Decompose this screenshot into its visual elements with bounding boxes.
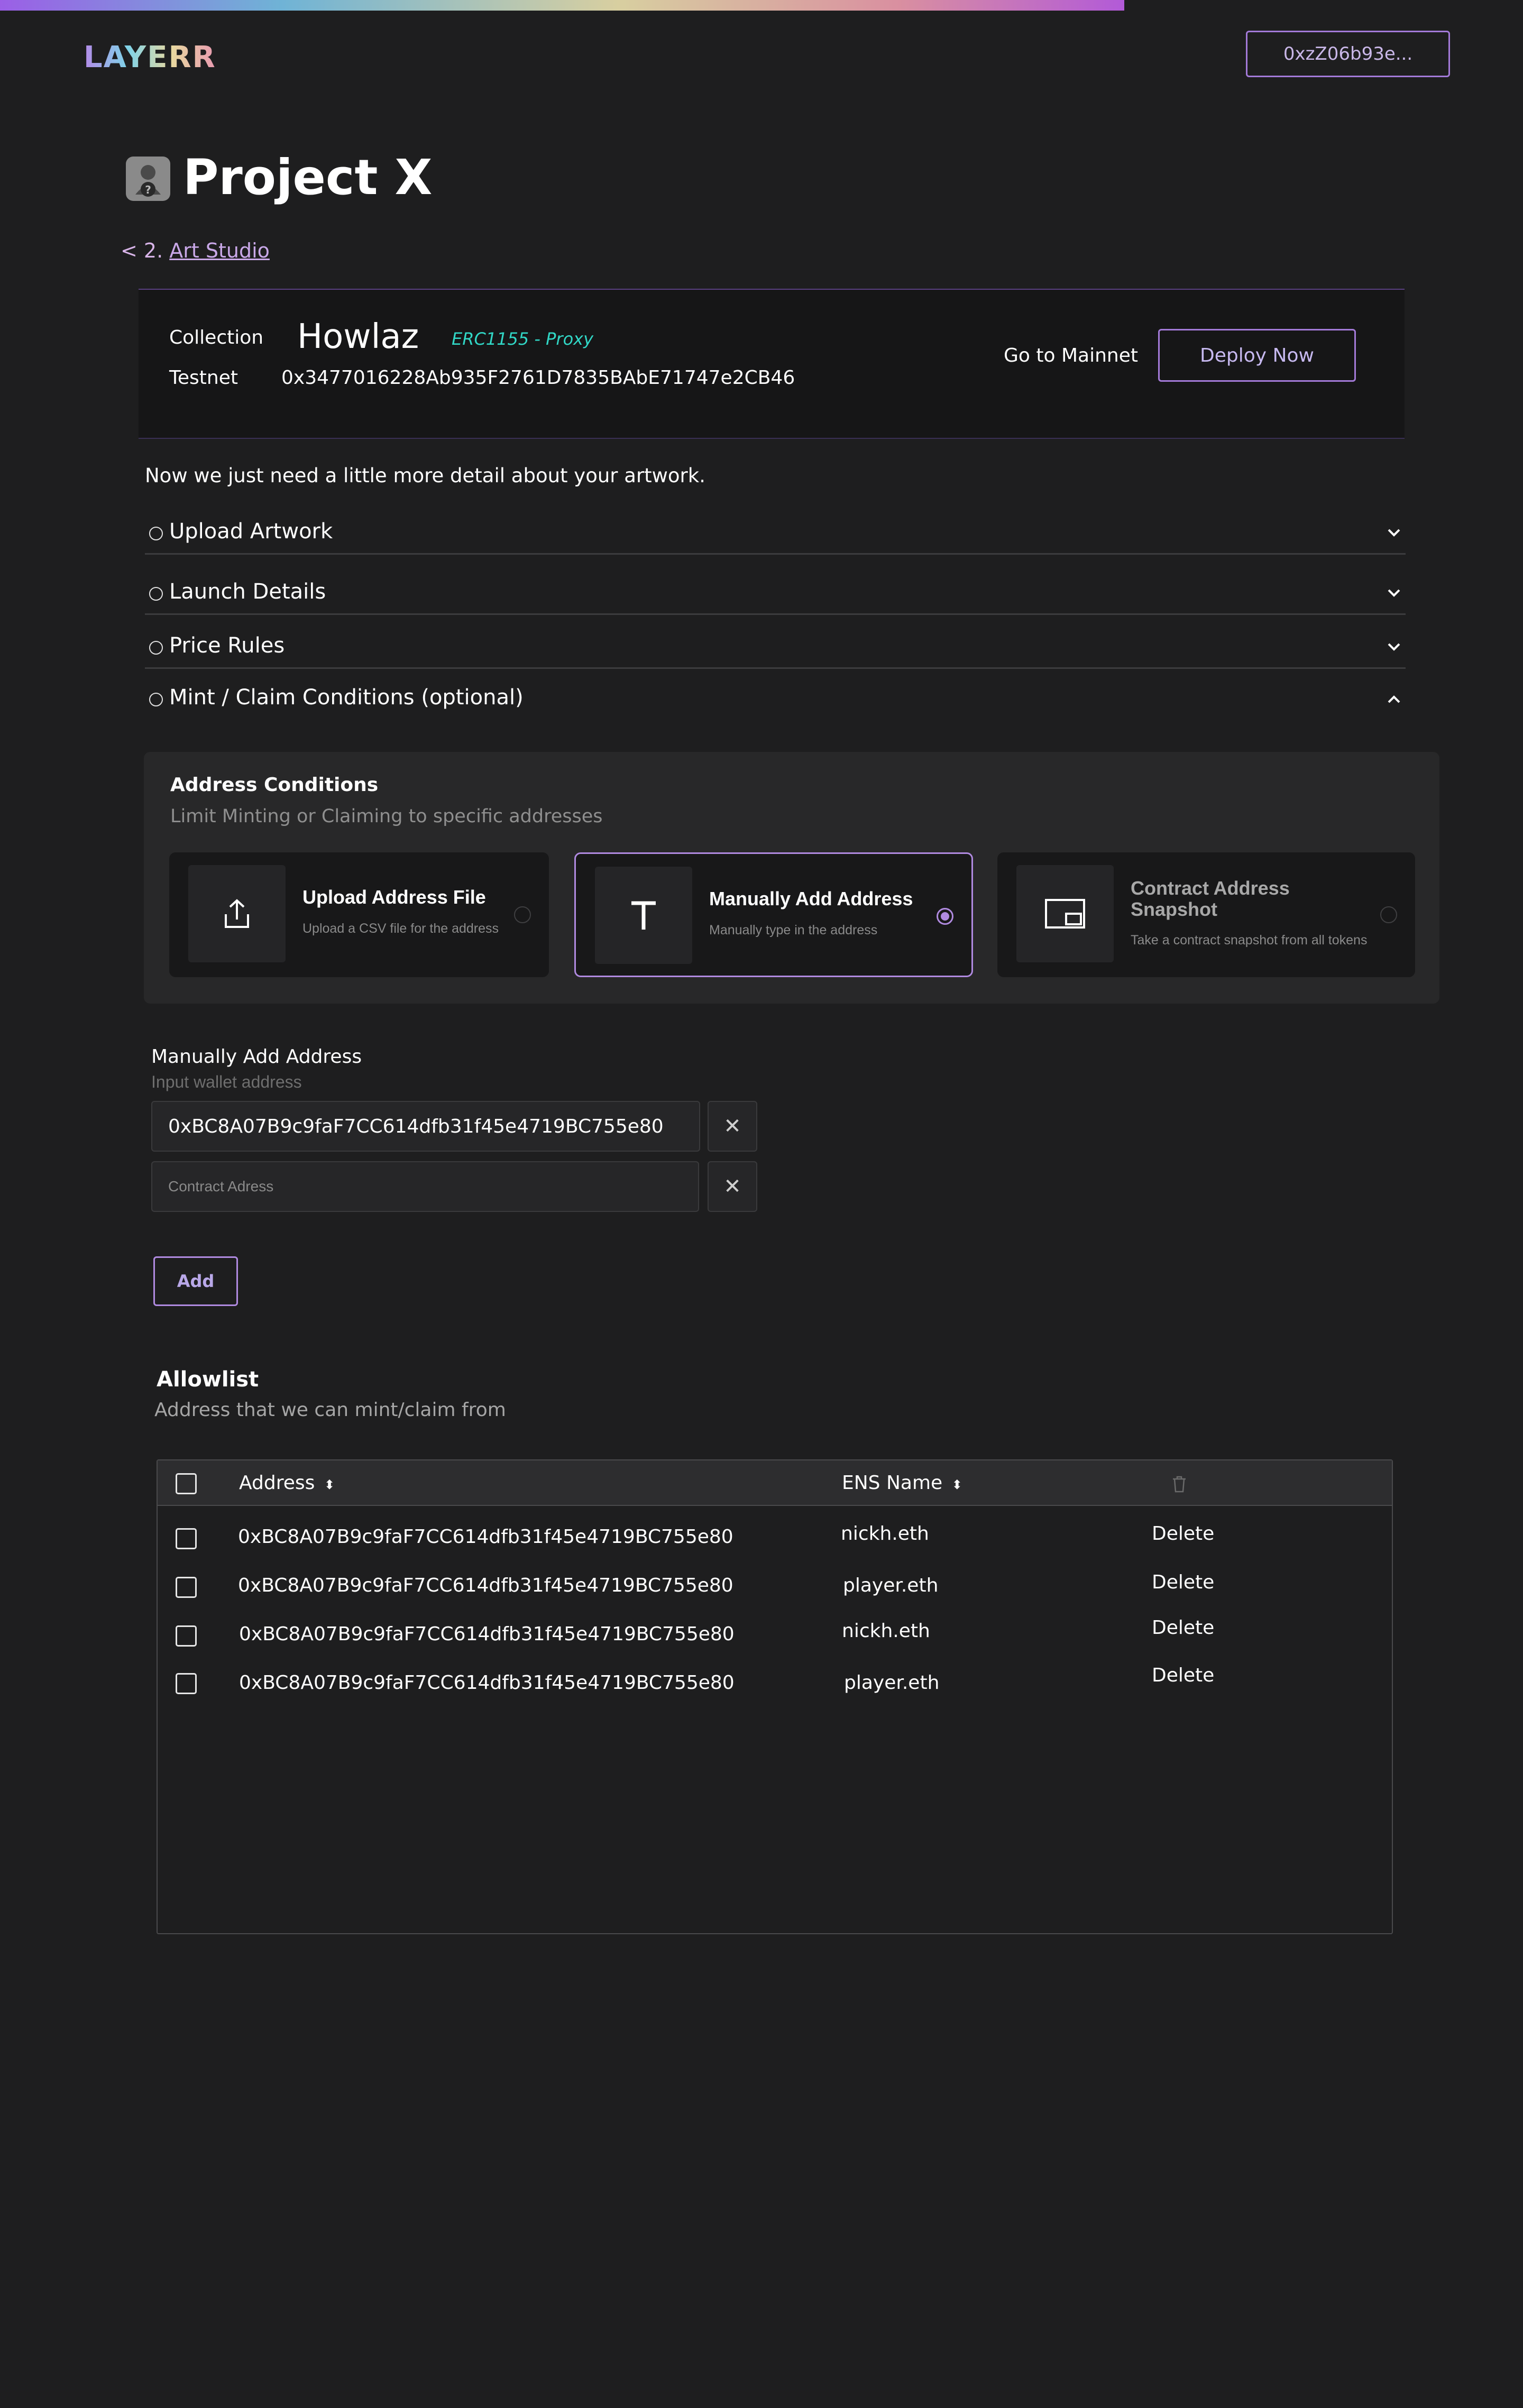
row-address: 0xBC8A07B9c9faF7CC614dfb31f45e4719BC755e…	[238, 1575, 733, 1596]
trash-icon[interactable]	[1171, 1475, 1188, 1495]
sort-icon[interactable]: ⬍	[324, 1477, 335, 1492]
go-to-mainnet-link[interactable]: Go to Mainnet	[1004, 345, 1138, 366]
option-upload-address-file[interactable]: Upload Address File Upload a CSV file fo…	[169, 852, 549, 977]
address-conditions-title: Address Conditions	[170, 774, 379, 796]
section-upload-artwork[interactable]: Upload Artwork	[145, 514, 1406, 555]
row-address: 0xBC8A07B9c9faF7CC614dfb31f45e4719BC755e…	[239, 1623, 735, 1645]
collection-name: Howlaz	[297, 317, 419, 356]
option-radio[interactable]	[1380, 906, 1397, 923]
upload-icon	[188, 865, 286, 962]
breadcrumb-prefix[interactable]: < 2.	[121, 239, 163, 262]
section-launch-details[interactable]: Launch Details	[145, 574, 1406, 615]
add-button[interactable]: Add	[153, 1256, 238, 1306]
breadcrumb: < 2. Art Studio	[121, 239, 270, 262]
table-header	[158, 1460, 1392, 1506]
column-label: ENS Name	[842, 1472, 943, 1494]
contract-address-input[interactable]: Contract Adress	[151, 1161, 699, 1212]
select-all-checkbox[interactable]	[176, 1473, 197, 1494]
close-icon: ✕	[723, 1114, 741, 1138]
column-header-ens-name[interactable]: ENS Name ⬍	[842, 1472, 962, 1494]
chevron-up-icon[interactable]	[1382, 687, 1406, 711]
section-label: Price Rules	[169, 633, 285, 658]
section-label: Mint / Claim Conditions (optional)	[169, 685, 524, 710]
row-ens: player.eth	[844, 1672, 940, 1694]
snapshot-icon	[1016, 865, 1114, 962]
delete-button[interactable]: Delete	[1152, 1665, 1214, 1686]
status-circle-icon	[149, 641, 163, 655]
svg-text:?: ?	[145, 183, 151, 196]
delete-button[interactable]: Delete	[1152, 1571, 1214, 1593]
wallet-address-input[interactable]: 0xBC8A07B9c9faF7CC614dfb31f45e4719BC755e…	[151, 1101, 700, 1152]
option-radio[interactable]	[514, 906, 531, 923]
standard-label: ERC1155 - Proxy	[452, 329, 594, 349]
close-icon: ✕	[723, 1174, 741, 1199]
chevron-down-icon[interactable]	[1382, 636, 1406, 659]
row-ens: nickh.eth	[841, 1523, 929, 1545]
collection-label: Collection	[169, 327, 264, 348]
allowlist-subtitle: Address that we can mint/claim from	[154, 1399, 506, 1421]
delete-button[interactable]: Delete	[1152, 1523, 1214, 1545]
delete-button[interactable]: Delete	[1152, 1617, 1214, 1639]
layerr-logo[interactable]: LAYERR	[84, 40, 216, 75]
option-desc: Take a contract snapshot from all tokens	[1131, 933, 1368, 948]
section-label: Launch Details	[169, 580, 326, 604]
row-checkbox[interactable]	[176, 1673, 197, 1694]
deploy-now-button[interactable]: Deploy Now	[1158, 329, 1356, 382]
chevron-down-icon[interactable]	[1382, 582, 1406, 605]
column-header-address[interactable]: Address ⬍	[239, 1472, 335, 1494]
option-manually-add-address[interactable]: Manually Add Address Manually type in th…	[574, 852, 973, 977]
option-desc: Manually type in the address	[709, 923, 878, 938]
sort-icon[interactable]: ⬍	[952, 1477, 962, 1492]
status-circle-icon	[149, 693, 163, 706]
section-label: Upload Artwork	[169, 519, 333, 544]
contract-address: 0x3477016228Ab935F2761D7835BAbE71747e2CB…	[281, 367, 795, 389]
row-checkbox[interactable]	[176, 1577, 197, 1598]
project-avatar-icon: ?	[126, 157, 170, 201]
status-circle-icon	[149, 527, 163, 540]
text-t-icon	[595, 867, 692, 964]
chevron-down-icon[interactable]	[1382, 521, 1406, 545]
wallet-button[interactable]: 0xzZ06b93e...	[1246, 31, 1450, 77]
section-mint-claim-conditions[interactable]: Mint / Claim Conditions (optional)	[145, 680, 1406, 719]
status-circle-icon	[149, 587, 163, 601]
network-label: Testnet	[169, 367, 238, 389]
allowlist-title: Allowlist	[157, 1367, 259, 1392]
option-title: Upload Address File	[302, 886, 486, 908]
row-checkbox[interactable]	[176, 1625, 197, 1647]
row-ens: nickh.eth	[842, 1620, 930, 1642]
clear-address-button[interactable]: ✕	[708, 1101, 757, 1152]
breadcrumb-link-art-studio[interactable]: Art Studio	[169, 239, 270, 262]
option-desc: Upload a CSV file for the address	[302, 921, 499, 936]
row-address: 0xBC8A07B9c9faF7CC614dfb31f45e4719BC755e…	[238, 1526, 733, 1548]
column-label: Address	[239, 1472, 315, 1494]
page-title: Project X	[183, 149, 433, 206]
option-contract-address-snapshot[interactable]: Contract Address Snapshot Take a contrac…	[997, 852, 1415, 977]
row-address: 0xBC8A07B9c9faF7CC614dfb31f45e4719BC755e…	[239, 1672, 735, 1694]
manual-add-title: Manually Add Address	[151, 1046, 362, 1068]
top-gradient-bar	[0, 0, 1124, 11]
address-conditions-subtitle: Limit Minting or Claiming to specific ad…	[170, 806, 603, 827]
intro-text: Now we just need a little more detail ab…	[145, 464, 705, 487]
manual-add-subtitle: Input wallet address	[151, 1072, 302, 1091]
row-checkbox[interactable]	[176, 1528, 197, 1549]
clear-contract-button[interactable]: ✕	[708, 1161, 757, 1212]
option-radio-selected[interactable]	[937, 908, 953, 925]
section-price-rules[interactable]: Price Rules	[145, 628, 1406, 669]
option-title: Manually Add Address	[709, 888, 913, 909]
row-ens: player.eth	[843, 1575, 939, 1596]
option-title: Contract Address Snapshot	[1131, 877, 1290, 920]
